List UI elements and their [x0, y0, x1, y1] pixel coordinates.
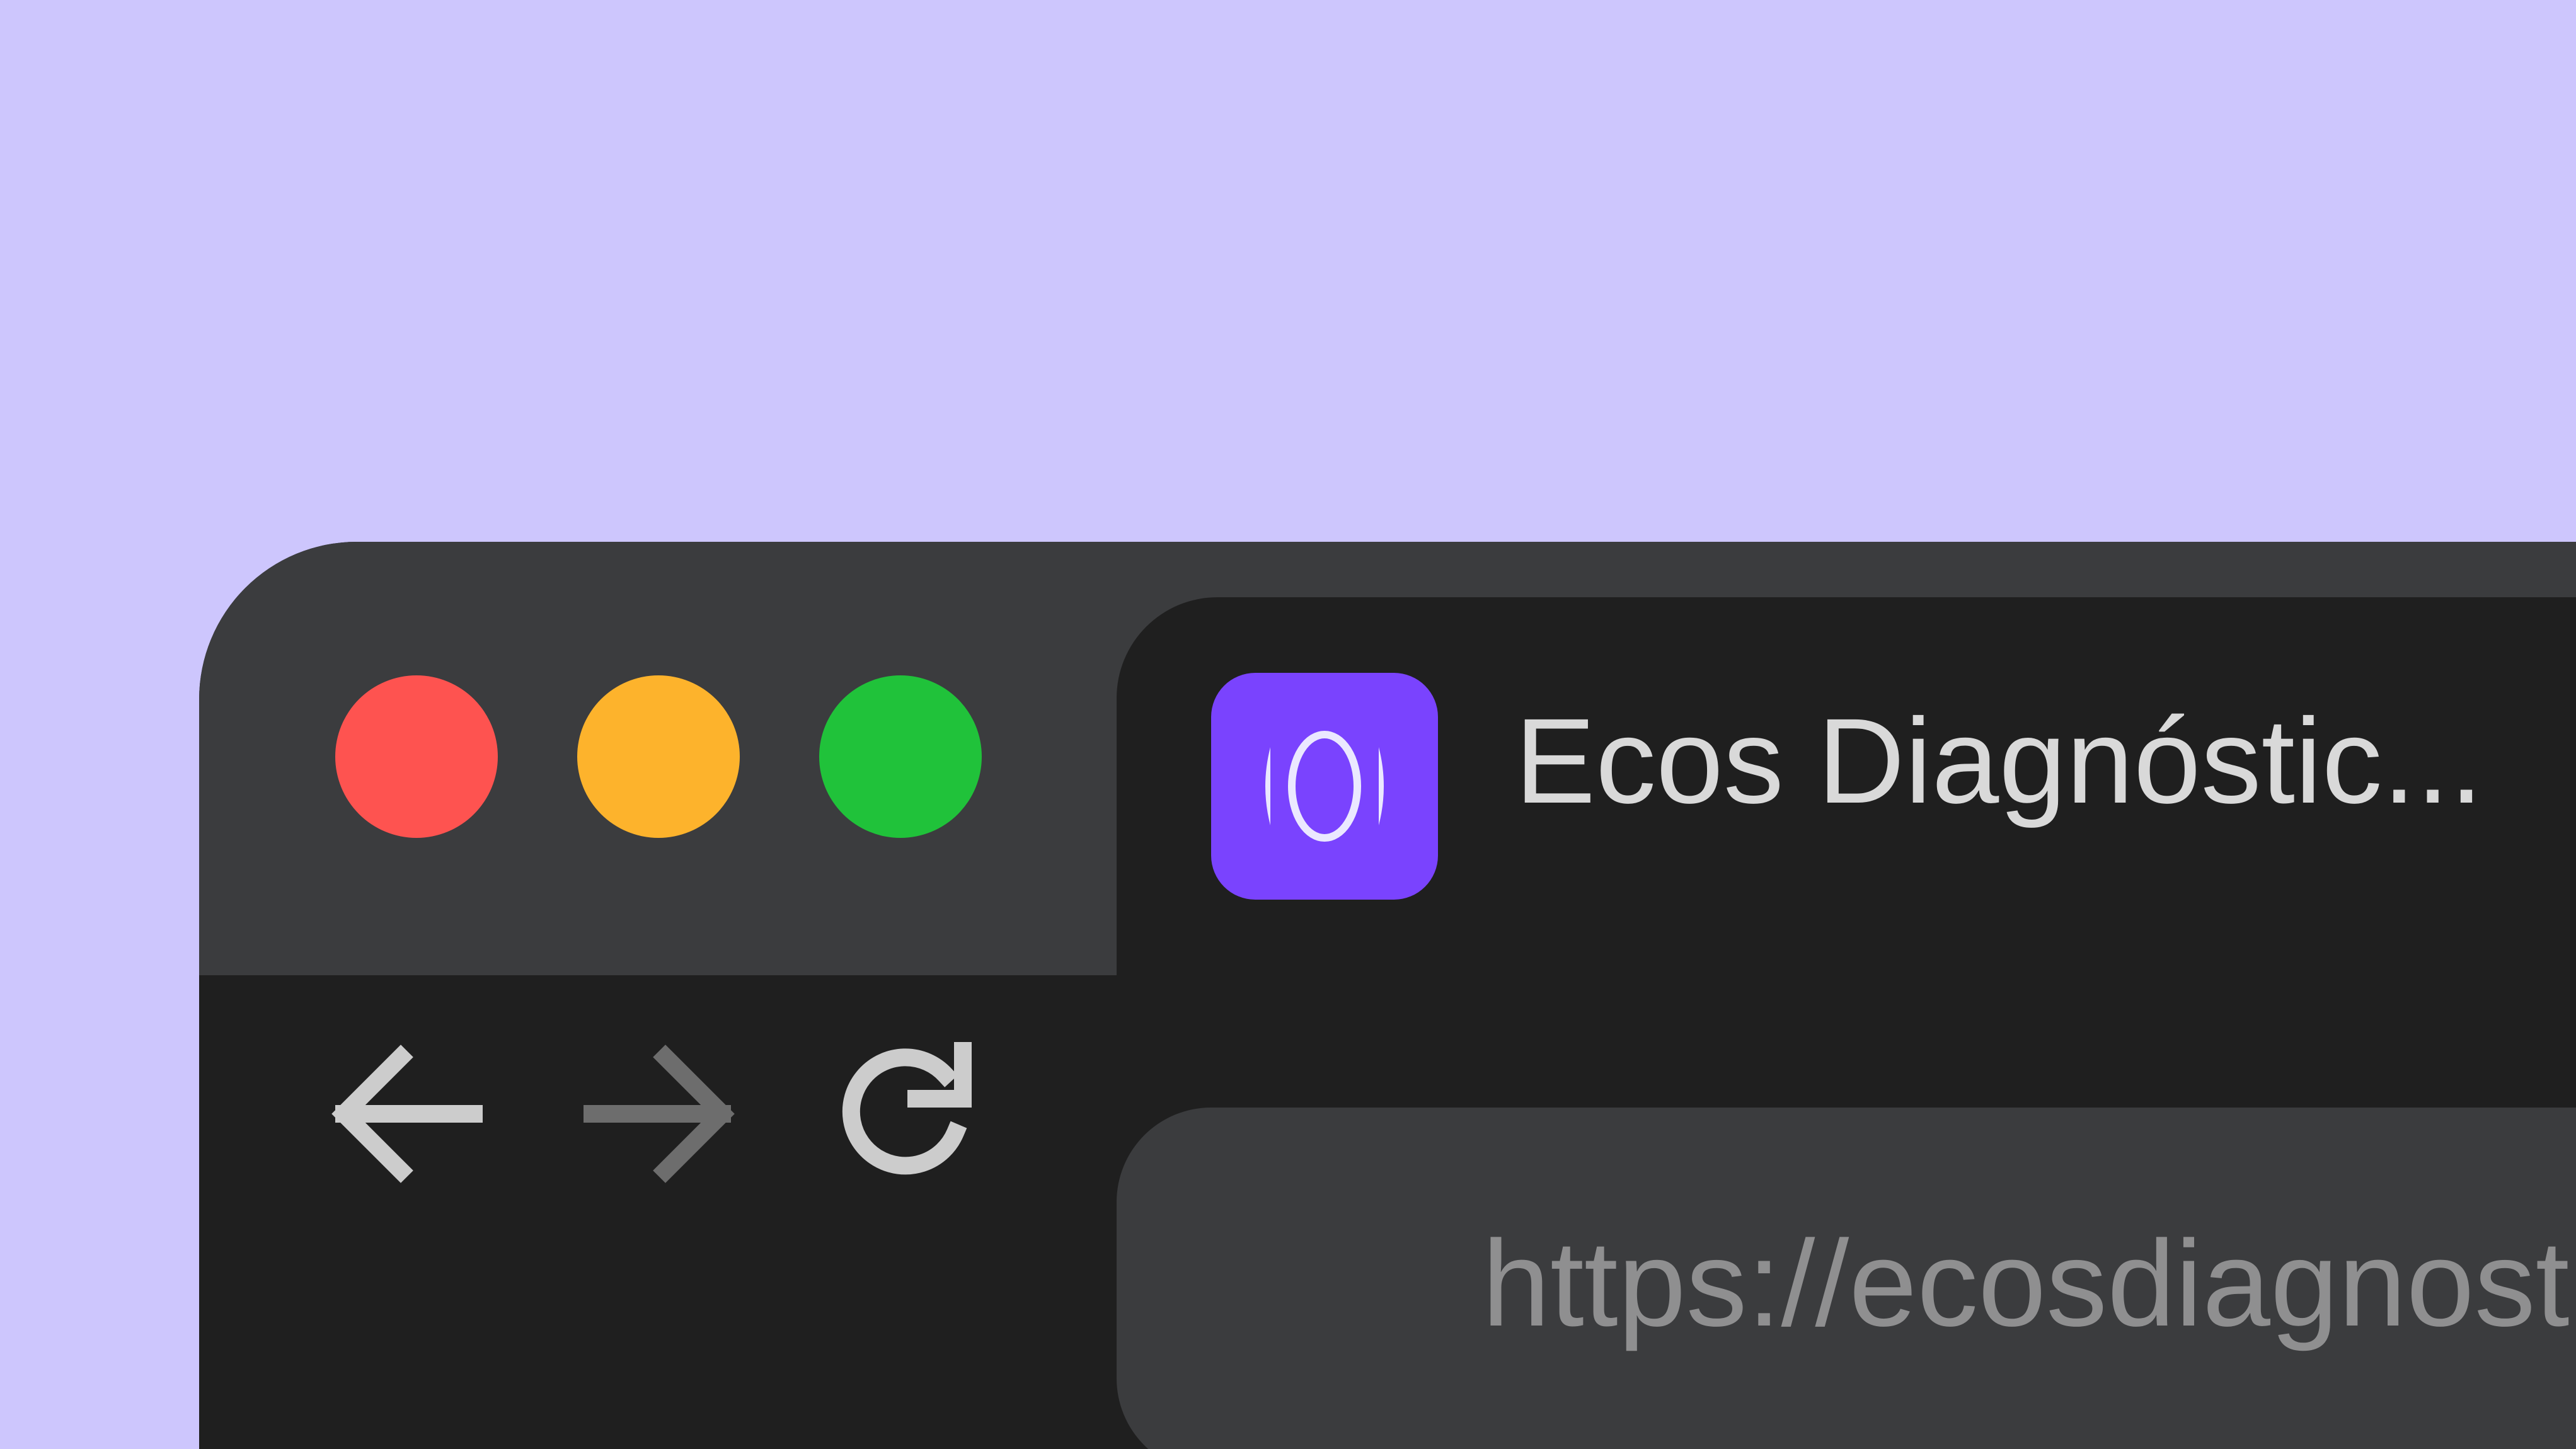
- browser-window: Ecos Diagnóstic... https://ecosdiagnosti…: [199, 542, 2576, 1449]
- active-tab[interactable]: Ecos Diagnóstic...: [1117, 597, 2576, 975]
- title-bar: Ecos Diagnóstic...: [199, 542, 2576, 975]
- tab-title: Ecos Diagnóstic...: [1515, 693, 2483, 828]
- address-bar[interactable]: https://ecosdiagnostic: [1117, 1108, 2576, 1449]
- zoom-window-button[interactable]: [819, 675, 982, 838]
- reload-icon: [842, 1042, 972, 1175]
- forward-button[interactable]: [584, 1038, 735, 1189]
- close-window-button[interactable]: [335, 675, 498, 838]
- back-button[interactable]: [331, 1038, 483, 1189]
- minimize-window-button[interactable]: [577, 675, 740, 838]
- arrow-right-icon: [584, 1045, 735, 1183]
- screenshot-stage: Ecos Diagnóstic... https://ecosdiagnosti…: [0, 0, 2576, 1449]
- ecos-logo-icon: [1211, 673, 1438, 900]
- reload-button[interactable]: [833, 1038, 984, 1189]
- arrow-left-icon: [331, 1045, 483, 1183]
- url-text[interactable]: https://ecosdiagnostic: [1482, 1218, 2576, 1350]
